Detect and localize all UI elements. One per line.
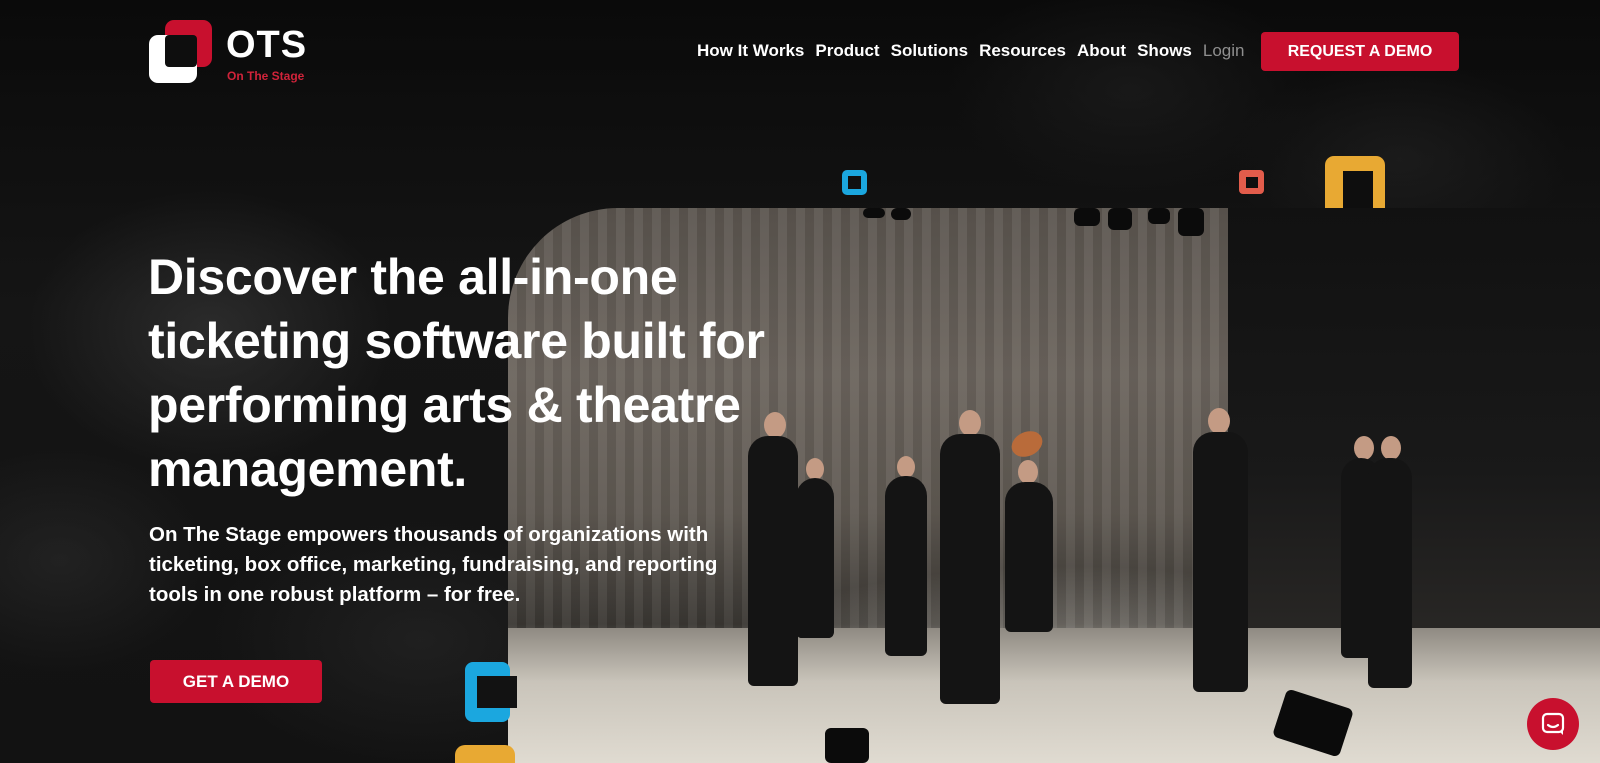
request-demo-button[interactable]: REQUEST A DEMO	[1261, 32, 1459, 71]
site-logo[interactable]: OTS On The Stage	[149, 20, 314, 86]
decorative-gold-square	[1325, 156, 1385, 208]
nav-product[interactable]: Product	[815, 41, 879, 61]
nav-resources[interactable]: Resources	[979, 41, 1066, 61]
chat-launcher-button[interactable]	[1527, 698, 1579, 750]
decorative-blue-square	[842, 170, 867, 195]
logo-text: OTS	[226, 24, 308, 66]
logo-mark-icon	[149, 20, 213, 84]
chat-bubble-icon	[1541, 712, 1565, 735]
nav-how-it-works[interactable]: How It Works	[697, 41, 804, 61]
hero-title: Discover the all-in-one ticketing softwa…	[148, 249, 765, 497]
logo-subtitle: On The Stage	[227, 69, 305, 83]
main-nav: How It Works Product Solutions Resources…	[697, 41, 1245, 61]
decorative-gold-bracket	[455, 745, 515, 763]
get-demo-button[interactable]: GET A DEMO	[150, 660, 322, 703]
nav-about[interactable]: About	[1077, 41, 1126, 61]
nav-login[interactable]: Login	[1203, 41, 1245, 61]
hero-subtitle: On The Stage empowers thousands of organ…	[149, 523, 718, 606]
nav-shows[interactable]: Shows	[1137, 41, 1192, 61]
decorative-blue-bracket	[465, 662, 517, 722]
nav-solutions[interactable]: Solutions	[891, 41, 968, 61]
decorative-coral-square	[1239, 170, 1264, 194]
